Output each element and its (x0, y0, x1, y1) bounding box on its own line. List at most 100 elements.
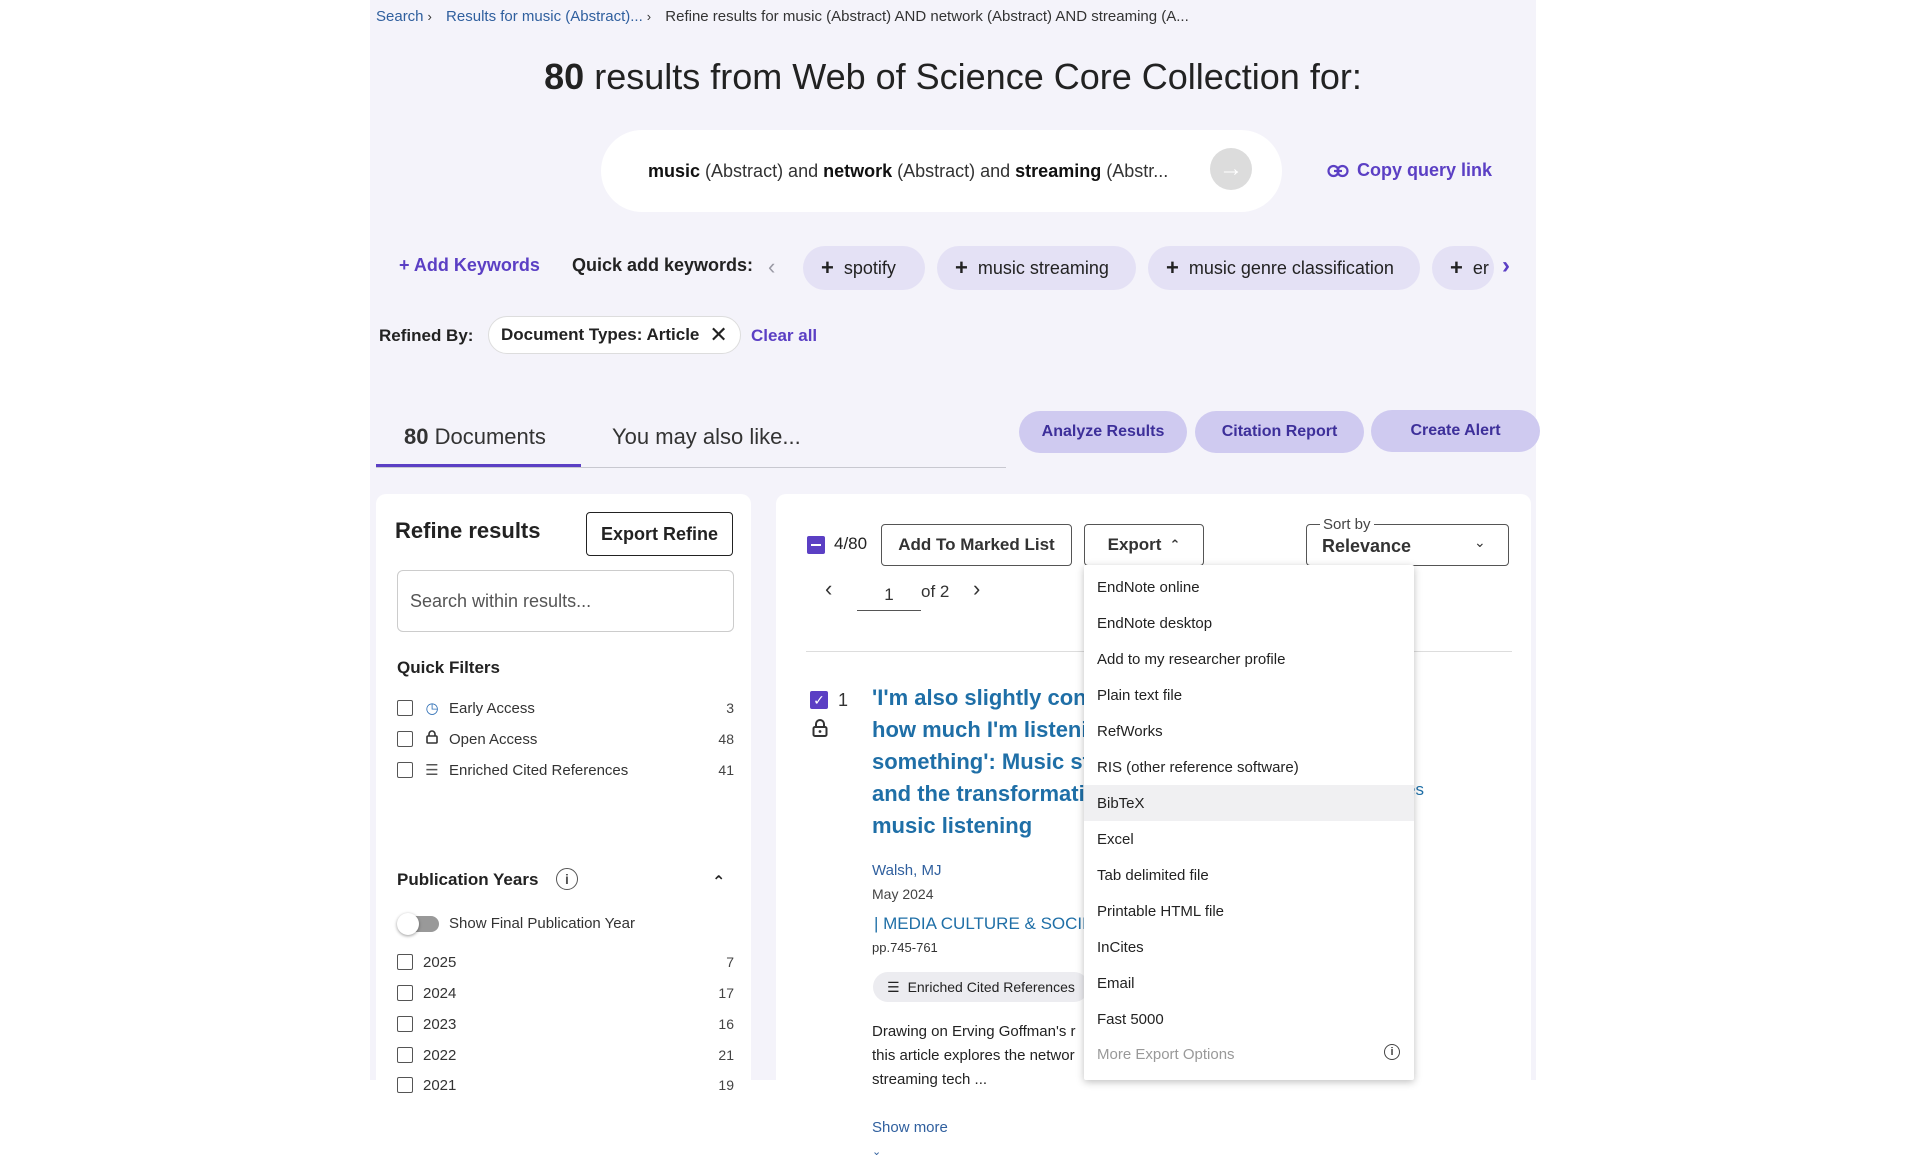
menu-item-tab-delimited[interactable]: Tab delimited file (1097, 858, 1407, 892)
list-star-icon: ☰ (425, 762, 439, 779)
query-field: (Abstr... (1106, 161, 1169, 181)
tab-documents-count: 80 (404, 424, 429, 449)
keyword-chip-partial[interactable]: + er (1432, 246, 1494, 290)
clear-all-link[interactable]: Clear all (751, 326, 817, 346)
chevron-down-icon: ⌄ (872, 1146, 882, 1158)
chevron-left-icon[interactable]: ‹ (768, 254, 775, 280)
add-to-marked-list-button[interactable]: Add To Marked List (881, 524, 1072, 566)
badge-label: Enriched Cited References (907, 979, 1075, 995)
info-icon[interactable]: i (1384, 1044, 1400, 1060)
record-number: 1 (838, 690, 849, 710)
result-count: 80 (544, 56, 585, 97)
year-filter-2023[interactable]: 2023 16 (397, 1013, 734, 1035)
menu-item-excel[interactable]: Excel (1097, 822, 1407, 856)
menu-item-endnote-desktop[interactable]: EndNote desktop (1097, 606, 1407, 640)
breadcrumb-results-link[interactable]: Results for music (Abstract)... (446, 8, 643, 25)
export-button[interactable]: Export ⌃ (1084, 524, 1204, 566)
breadcrumb: Search › Results for music (Abstract)... ›… (376, 8, 1189, 25)
keyword-chip-music-streaming[interactable]: + music streaming (937, 246, 1136, 290)
query-text[interactable]: music (Abstract) and network (Abstract) … (648, 161, 1168, 182)
active-filter-label: Document Types: Article (501, 325, 700, 344)
breadcrumb-current: Refine results for music (Abstract) AND … (665, 8, 1189, 25)
menu-item-refworks[interactable]: RefWorks (1097, 714, 1407, 748)
publication-years-title: Publication Years (397, 870, 539, 889)
menu-item-endnote-online[interactable]: EndNote online (1097, 570, 1407, 604)
year-label: 2023 (423, 1015, 457, 1033)
filter-enriched-cited-references[interactable]: ☰ Enriched Cited References 41 (397, 759, 734, 781)
keyword-chip-label: music genre classification (1188, 257, 1394, 278)
menu-item-incites[interactable]: InCites (1097, 930, 1407, 964)
arrow-right-icon: → (1219, 155, 1243, 182)
plus-icon: + (1450, 255, 1463, 280)
checkbox[interactable] (397, 954, 413, 970)
previous-page-icon[interactable]: ‹ (825, 576, 832, 602)
filter-count: 41 (718, 762, 734, 778)
chevron-up-icon[interactable]: ⌃ (712, 872, 725, 892)
query-term: streaming (1015, 161, 1102, 181)
next-page-icon[interactable]: › (973, 576, 980, 602)
search-within-input[interactable] (397, 570, 734, 632)
record-checkbox[interactable]: ✓ (810, 691, 828, 709)
final-publication-year-toggle[interactable] (397, 913, 439, 935)
active-filter-pill[interactable]: Document Types: Article ✕ (488, 316, 741, 354)
create-alert-button[interactable]: Create Alert (1371, 410, 1540, 452)
quick-filters-title: Quick Filters (397, 658, 500, 677)
menu-item-fast-5000[interactable]: Fast 5000 (1097, 1002, 1407, 1036)
menu-item-researcher-profile[interactable]: Add to my researcher profile (1097, 642, 1407, 676)
add-keywords-label: Add Keywords (413, 255, 540, 275)
add-keywords-button[interactable]: + Add Keywords (399, 255, 540, 276)
year-filter-2024[interactable]: 2024 17 (397, 982, 734, 1004)
sort-value: Relevance (1322, 536, 1412, 556)
year-count: 17 (718, 985, 734, 1001)
menu-item-ris[interactable]: RIS (other reference software) (1097, 750, 1407, 784)
keyword-chip-label: music streaming (977, 257, 1109, 278)
show-more-link[interactable]: Show more ⌄ (872, 1116, 1472, 1164)
chevron-right-icon: › (646, 9, 652, 24)
year-filter-2025[interactable]: 2025 7 (397, 951, 734, 973)
breadcrumb-search-link[interactable]: Search (376, 8, 424, 25)
menu-item-plain-text[interactable]: Plain text file (1097, 678, 1407, 712)
chevron-down-icon: ⌄ (1474, 534, 1486, 550)
year-filter-2022[interactable]: 2022 21 (397, 1044, 734, 1066)
analyze-results-button[interactable]: Analyze Results (1019, 411, 1187, 453)
close-icon[interactable]: ✕ (709, 322, 727, 348)
export-refine-button[interactable]: Export Refine (586, 512, 733, 556)
filter-early-access[interactable]: ◷ Early Access 3 (397, 697, 734, 719)
copy-query-link-button[interactable]: Copy query link (1327, 160, 1492, 181)
select-all-checkbox[interactable] (807, 536, 825, 554)
link-icon (1327, 164, 1349, 177)
checkbox[interactable] (397, 985, 413, 1001)
search-submit-button[interactable]: → (1210, 148, 1252, 190)
result-heading-text: results from Web of Science Core Collect… (594, 56, 1362, 97)
tab-documents-label: Documents (434, 424, 546, 449)
chevron-up-icon: ⌃ (1169, 537, 1181, 552)
checkbox[interactable] (397, 700, 413, 716)
citation-report-button[interactable]: Citation Report (1195, 411, 1364, 453)
record-date: May 2024 (872, 886, 934, 902)
menu-item-bibtex[interactable]: BibTeX (1097, 786, 1407, 820)
record-author-link[interactable]: Walsh, MJ (872, 862, 941, 879)
menu-item-printable-html[interactable]: Printable HTML file (1097, 894, 1407, 928)
tab-you-may-also-like[interactable]: You may also like... (612, 424, 801, 450)
checkbox[interactable] (397, 762, 413, 778)
plus-icon: + (399, 255, 414, 275)
enriched-cited-references-badge[interactable]: ☰ Enriched Cited References (873, 972, 1089, 1002)
list-star-icon: ☰ (887, 978, 900, 995)
year-filter-2021[interactable]: 2021 19 (397, 1074, 734, 1096)
chevron-right-icon[interactable]: › (1502, 252, 1510, 280)
page-number-input[interactable] (857, 580, 921, 611)
keyword-chip-spotify[interactable]: + spotify (803, 246, 925, 290)
menu-item-email[interactable]: Email (1097, 966, 1407, 1000)
info-icon[interactable]: i (556, 868, 578, 890)
checkbox[interactable] (397, 1047, 413, 1063)
tab-documents[interactable]: 80 Documents (404, 424, 546, 450)
filter-open-access[interactable]: Open Access 48 (397, 728, 734, 750)
checkbox[interactable] (397, 1016, 413, 1032)
tabs-divider (376, 467, 1006, 468)
filter-label: Enriched Cited References (449, 761, 629, 779)
record-journal-link[interactable]: | MEDIA CULTURE & SOCIET (874, 914, 1104, 934)
checkbox[interactable] (397, 1077, 413, 1093)
keyword-chip-music-genre-classification[interactable]: + music genre classification (1148, 246, 1420, 290)
year-label: 2021 (423, 1076, 457, 1094)
checkbox[interactable] (397, 731, 413, 747)
